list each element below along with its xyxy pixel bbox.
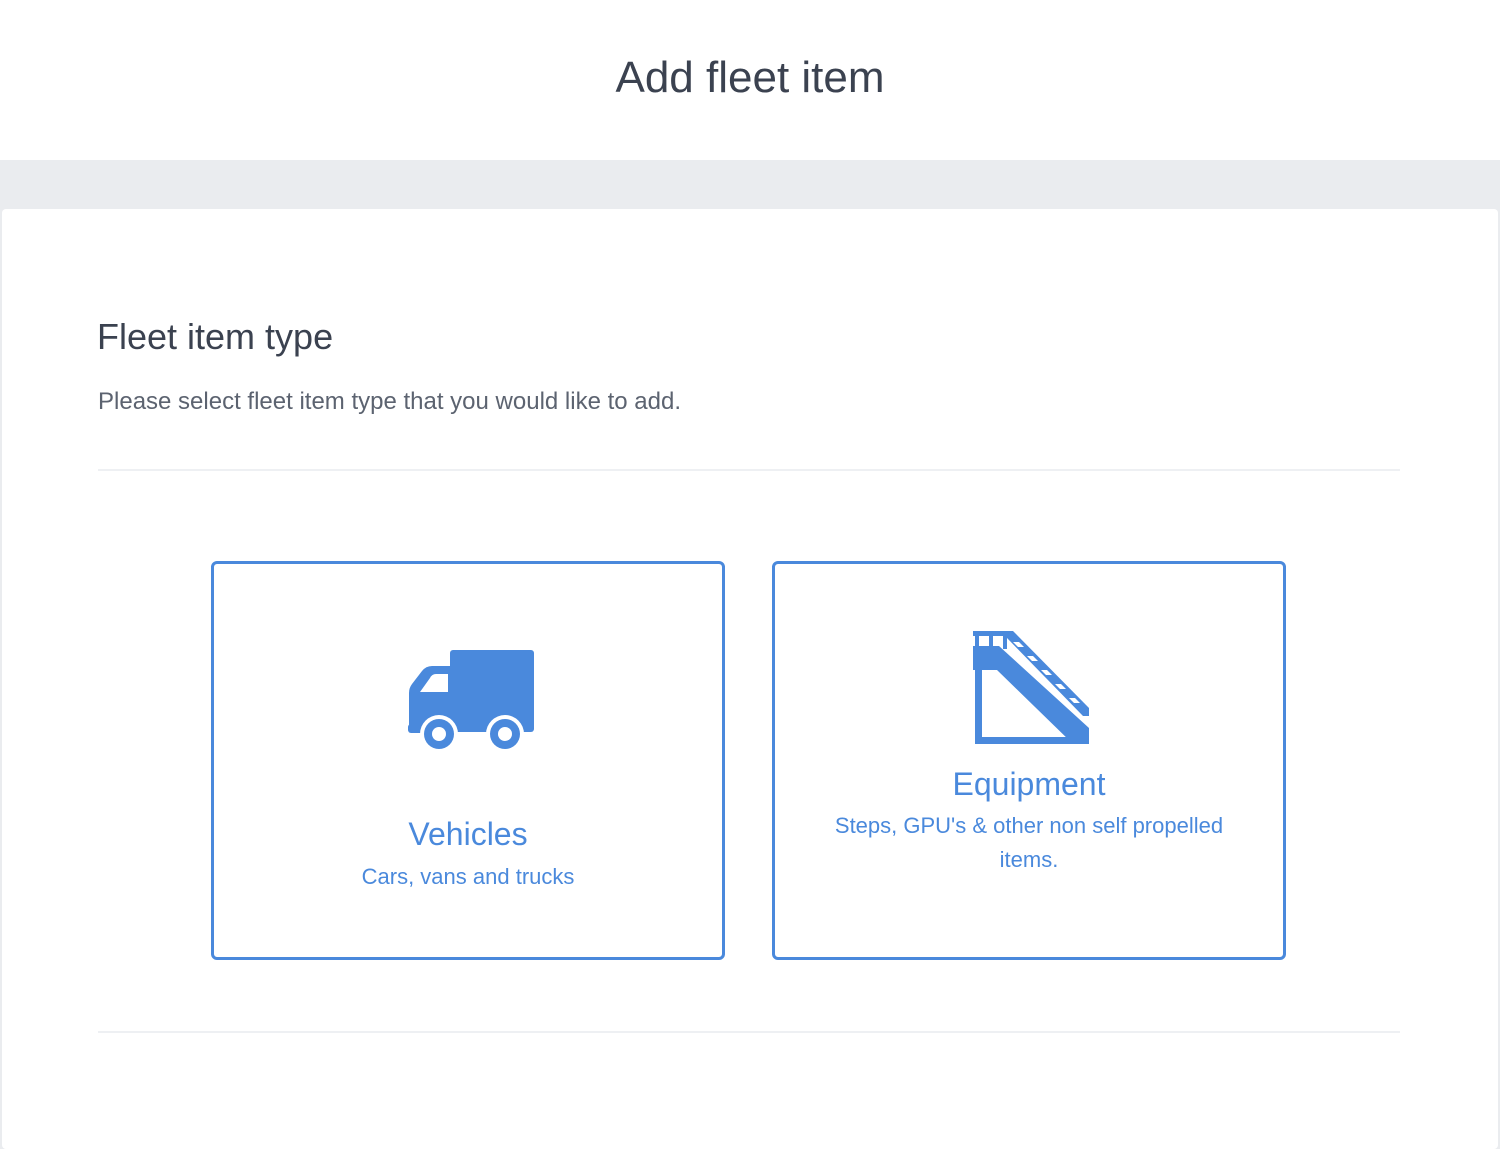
divider — [98, 1031, 1400, 1033]
equipment-option-title: Equipment — [952, 766, 1106, 802]
divider — [98, 469, 1400, 471]
page-title: Add fleet item — [615, 53, 885, 102]
vehicles-option-subtitle: Cars, vans and trucks — [361, 864, 575, 889]
vehicles-option-title: Vehicles — [408, 816, 528, 852]
vehicles-option-card[interactable]: Vehicles Cars, vans and trucks — [211, 561, 725, 960]
equipment-option-subtitle: Steps, GPU's & other non self propelled … — [834, 813, 1224, 872]
stairs-icon — [973, 631, 1089, 744]
section-description: Please select fleet item type that you w… — [98, 388, 681, 415]
page-header: Add fleet item — [0, 0, 1500, 160]
equipment-option-card[interactable]: Equipment Steps, GPU's & other non self … — [772, 561, 1286, 960]
truck-icon — [408, 650, 534, 753]
section-title: Fleet item type — [97, 316, 334, 357]
